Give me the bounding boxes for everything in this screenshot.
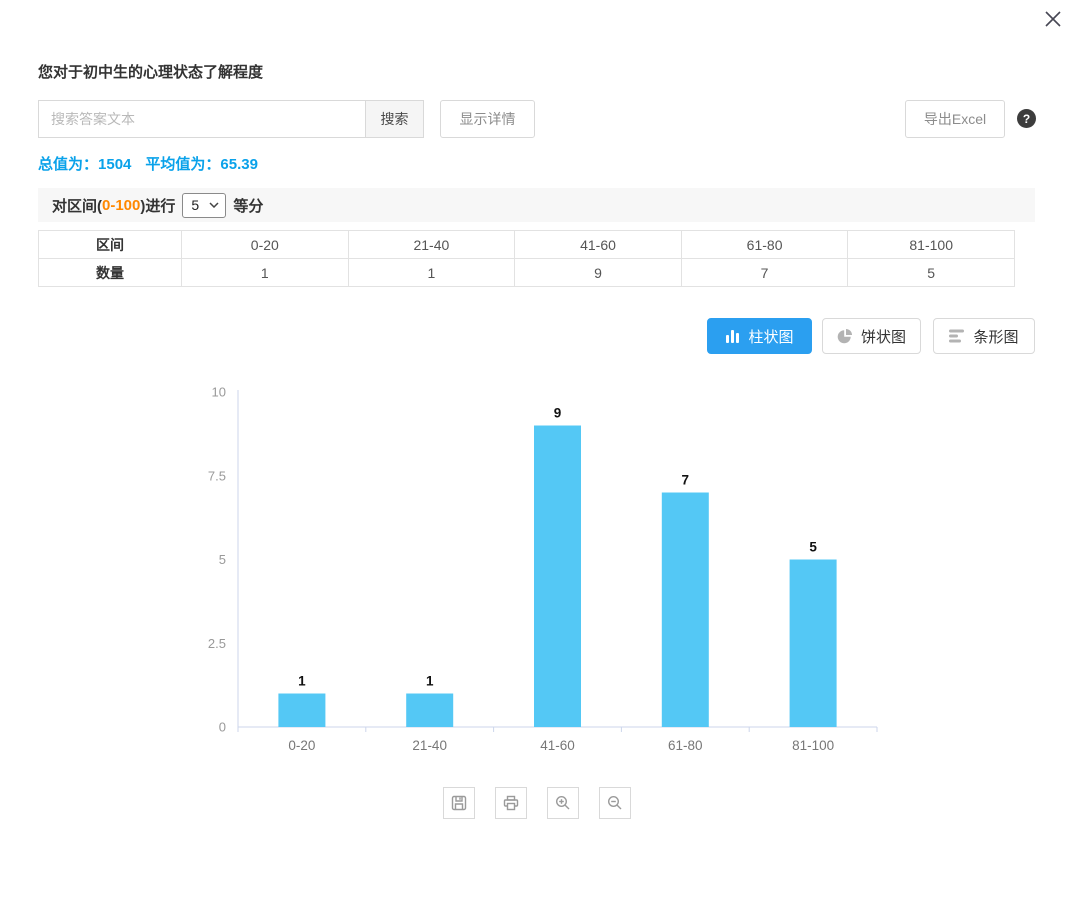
interval-header-cell: 区间 (39, 231, 182, 259)
pie-chart-icon (837, 328, 853, 344)
zoom-in-icon (554, 794, 572, 812)
svg-text:2.5: 2.5 (208, 636, 226, 651)
tab-bar-label: 柱状图 (748, 326, 793, 347)
close-icon[interactable] (1040, 6, 1066, 32)
interval-cell: 61-80 (681, 231, 848, 259)
table-row-counts: 数量 11975 (39, 259, 1015, 287)
zoom-in-button[interactable] (547, 787, 579, 819)
table-row-intervals: 区间 0-2021-4041-6061-8081-100 (39, 231, 1015, 259)
bar-value-label: 7 (682, 473, 690, 488)
total-value: 1504 (98, 156, 131, 173)
tab-pie-chart[interactable]: 饼状图 (822, 318, 921, 354)
distribution-table: 区间 0-2021-4041-6061-8081-100 数量 11975 (38, 230, 1015, 287)
count-cell: 1 (348, 259, 515, 287)
x-axis-label: 0-20 (288, 738, 315, 753)
save-icon (450, 794, 468, 812)
interval-range: 0-100 (102, 197, 140, 214)
bar (278, 694, 325, 728)
bar (534, 426, 581, 728)
tab-pie-label: 饼状图 (861, 326, 906, 347)
bar-value-label: 1 (426, 674, 434, 689)
answer-statistics-dialog: 您对于初中生的心理状态了解程度 搜索 显示详情 导出Excel ? 总值为：15… (0, 0, 1074, 913)
interval-cell: 41-60 (515, 231, 682, 259)
horizontal-bar-icon (949, 328, 965, 344)
bar (790, 560, 837, 728)
equal-parts-value: 5 (191, 197, 199, 213)
svg-text:10: 10 (212, 385, 226, 400)
x-axis-label: 81-100 (792, 738, 834, 753)
x-axis-label: 61-80 (668, 738, 703, 753)
interval-suffix: 等分 (233, 195, 263, 216)
count-cell: 1 (182, 259, 349, 287)
count-cell: 5 (848, 259, 1015, 287)
tab-hbar-label: 条形图 (973, 326, 1018, 347)
equal-parts-select[interactable]: 5 (182, 193, 226, 218)
svg-text:0: 0 (219, 720, 226, 735)
interval-control: 对区间(0-100)进行 5 等分 (38, 188, 1035, 222)
bar-value-label: 1 (298, 674, 306, 689)
bar-chart: 0 2.5 5 7.5 10 1 0-20 1 21-40 9 41-60 7 61-80 5 81-100 (0, 370, 1074, 770)
save-image-button[interactable] (443, 787, 475, 819)
interval-cell: 0-20 (182, 231, 349, 259)
help-icon[interactable]: ? (1017, 109, 1036, 128)
interval-prefix: 对区间( (52, 195, 102, 216)
search-input[interactable] (38, 100, 366, 138)
stats-line: 总值为：1504 平均值为：65.39 (38, 153, 258, 174)
export-excel-button[interactable]: 导出Excel (905, 100, 1005, 138)
search-button[interactable]: 搜索 (365, 100, 424, 138)
interval-cell: 81-100 (848, 231, 1015, 259)
count-cell: 9 (515, 259, 682, 287)
interval-infix: )进行 (140, 195, 175, 216)
count-header-cell: 数量 (39, 259, 182, 287)
bar-value-label: 9 (554, 406, 562, 421)
chevron-down-icon (209, 202, 219, 208)
zoom-out-button[interactable] (599, 787, 631, 819)
bar (662, 493, 709, 728)
count-cell: 7 (681, 259, 848, 287)
total-label: 总值为： (38, 156, 98, 173)
svg-text:7.5: 7.5 (208, 468, 226, 483)
question-title: 您对于初中生的心理状态了解程度 (38, 61, 263, 82)
average-label: 平均值为： (145, 156, 220, 173)
print-button[interactable] (495, 787, 527, 819)
svg-text:5: 5 (219, 552, 226, 567)
show-details-button[interactable]: 显示详情 (440, 100, 535, 138)
tab-horizontal-bar-chart[interactable]: 条形图 (933, 318, 1035, 354)
x-axis-label: 41-60 (540, 738, 575, 753)
bar-chart-icon (725, 329, 740, 344)
bar-value-label: 5 (809, 540, 817, 555)
average-value: 65.39 (220, 156, 258, 173)
print-icon (502, 794, 520, 812)
tab-bar-chart[interactable]: 柱状图 (707, 318, 812, 354)
zoom-out-icon (606, 794, 624, 812)
bar (406, 694, 453, 728)
x-axis-label: 21-40 (412, 738, 447, 753)
interval-cell: 21-40 (348, 231, 515, 259)
